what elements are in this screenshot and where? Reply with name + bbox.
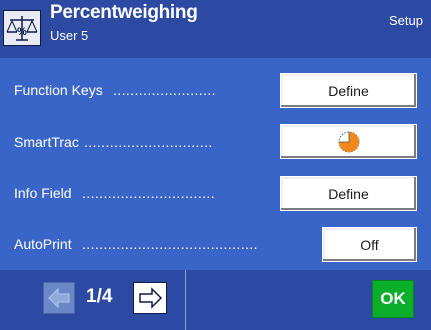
previous-page-button[interactable] — [43, 282, 75, 314]
info-field-label: Info Field — [14, 185, 72, 201]
info-field-define-button[interactable]: Define — [280, 176, 417, 211]
smarttrac-dots: .............................. — [84, 134, 213, 150]
ok-button[interactable]: OK — [372, 280, 414, 318]
function-keys-define-button[interactable]: Define — [280, 73, 417, 108]
page-indicator: 1/4 — [86, 286, 113, 307]
user-label: User 5 — [50, 28, 89, 43]
footer-bar: 1/4 OK — [0, 270, 431, 330]
arrow-left-icon — [48, 287, 70, 309]
autoprint-label: AutoPrint — [14, 236, 72, 252]
smarttrac-button[interactable] — [280, 124, 417, 159]
footer-divider — [185, 270, 186, 330]
function-keys-label: Function Keys — [14, 82, 103, 98]
percent-scale-icon: % — [3, 10, 41, 46]
page-title: Percentweighing — [50, 2, 198, 23]
svg-text:%: % — [17, 26, 27, 38]
function-keys-dots: ........................ — [113, 82, 216, 98]
info-field-dots: ............................... — [82, 185, 215, 201]
autoprint-off-button[interactable]: Off — [322, 227, 417, 262]
settings-list: Function Keys ........................ D… — [0, 58, 431, 270]
screen: % Percentweighing User 5 Setup Function … — [0, 0, 431, 330]
smarttrac-label: SmartTrac — [14, 134, 79, 150]
smarttrac-pie-icon — [338, 131, 359, 152]
autoprint-dots: ........................................… — [82, 236, 258, 252]
header-bar: % Percentweighing User 5 Setup — [0, 0, 431, 58]
setup-label: Setup — [389, 13, 423, 28]
arrow-right-icon — [139, 287, 163, 309]
next-page-button[interactable] — [133, 282, 167, 314]
